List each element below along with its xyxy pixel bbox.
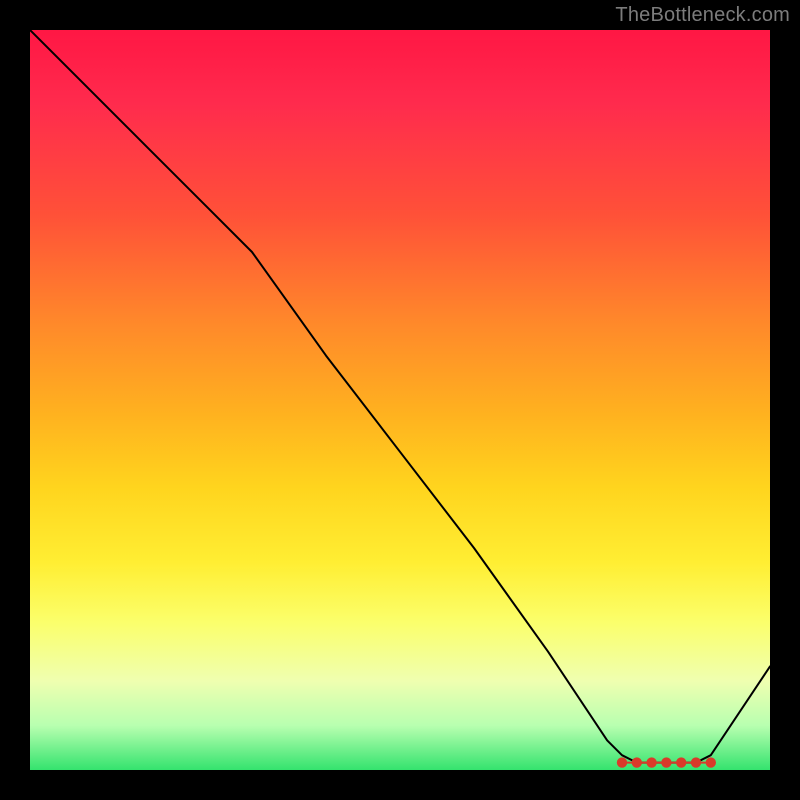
marker-dot: [706, 757, 716, 767]
marker-dot: [691, 757, 701, 767]
plot-area: [30, 30, 770, 770]
marker-dot: [676, 757, 686, 767]
attribution-text: TheBottleneck.com: [615, 4, 790, 27]
marker-band: [617, 757, 716, 767]
marker-dot: [646, 757, 656, 767]
data-curve: [30, 30, 770, 763]
chart-frame: TheBottleneck.com: [0, 0, 800, 800]
marker-dot: [661, 757, 671, 767]
curve-layer: [30, 30, 770, 770]
marker-dot: [632, 757, 642, 767]
marker-dot: [617, 757, 627, 767]
